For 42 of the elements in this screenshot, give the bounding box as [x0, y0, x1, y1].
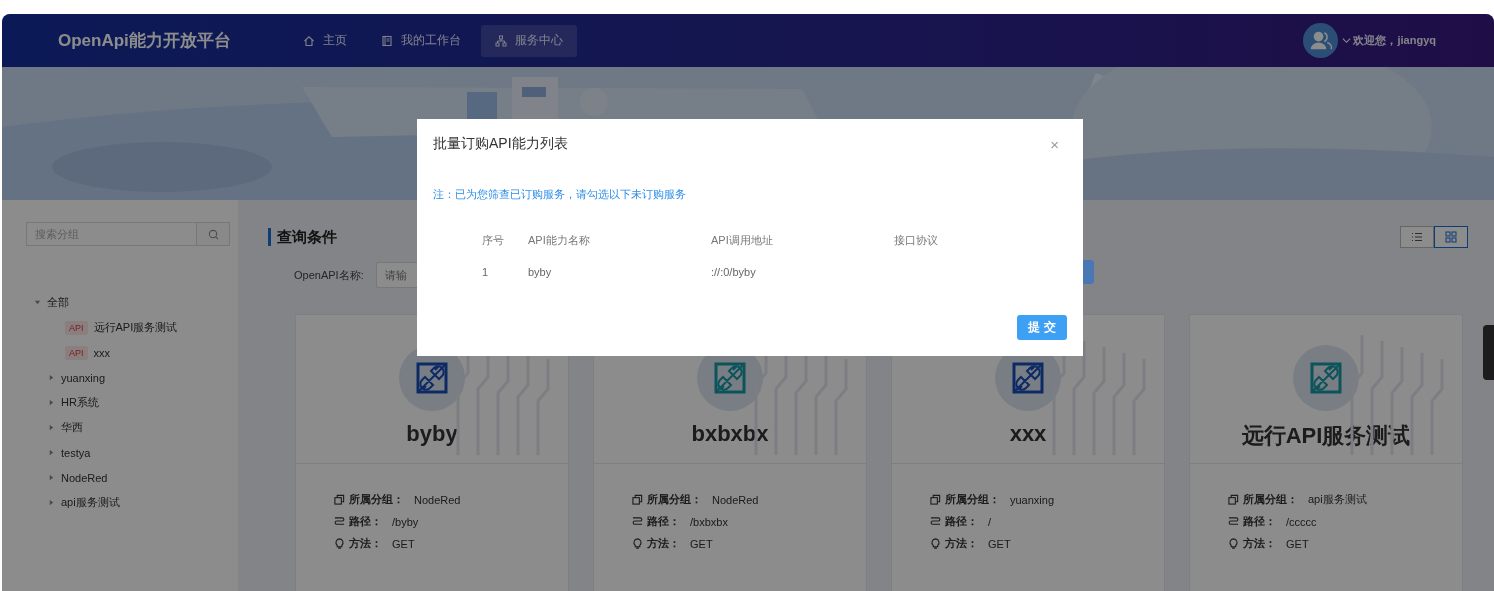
field-value: /byby	[392, 515, 419, 528]
app-logo: OpenApi能力开放平台	[58, 30, 231, 52]
card-title: xxx	[1009, 421, 1047, 447]
field-value: NodeRed	[414, 493, 461, 506]
field-value: /ccccc	[1286, 515, 1317, 528]
card-title: bxbxbx	[691, 421, 769, 447]
table-cell-text: 1	[482, 265, 490, 280]
column-header: API调用地址	[711, 232, 774, 248]
table-cell-text: ://:0/byby	[711, 265, 757, 280]
field-value: /bxbxbx	[690, 515, 728, 528]
field-value: GET	[988, 537, 1011, 550]
field-label: 所属分组：	[647, 492, 702, 507]
field-value: NodeRed	[712, 493, 759, 506]
field-value: api服务测试	[1308, 492, 1367, 507]
column-header: 接口协议	[894, 232, 939, 248]
table-cell-text: byby	[528, 265, 553, 280]
field-label: 方法：	[647, 536, 680, 551]
field-label: 路径：	[945, 514, 978, 529]
card-title: byby	[406, 421, 458, 447]
field-label: 所属分组：	[945, 492, 1000, 507]
field-label: 所属分组：	[349, 492, 404, 507]
field-label: OpenAPI名称:	[294, 267, 364, 283]
field-value: GET	[1286, 537, 1309, 550]
field-label: 方法：	[945, 536, 978, 551]
field-value: GET	[392, 537, 415, 550]
field-label: 方法：	[1243, 536, 1276, 551]
section-title: 查询条件	[268, 228, 337, 246]
column-header: 序号	[482, 232, 505, 248]
field-label: 路径：	[647, 514, 680, 529]
api-tag: API	[65, 345, 88, 360]
field-label: 方法：	[349, 536, 382, 551]
dialog-title: 批量订购API能力列表	[433, 135, 568, 153]
field-value: GET	[690, 537, 713, 550]
column-header: API能力名称	[528, 232, 591, 248]
field-value: yuanxing	[1010, 493, 1055, 506]
notice-text: 注：已为您筛查已订购服务，请勾选以下未订购服务	[433, 187, 687, 202]
user-greeting: 欢迎您，jiangyq	[1353, 33, 1436, 48]
field-value: /	[988, 515, 992, 528]
field-label: 路径：	[1243, 514, 1276, 529]
api-tag: API	[65, 320, 88, 335]
field-label: 路径：	[349, 514, 382, 529]
field-label: 所属分组：	[1243, 492, 1298, 507]
